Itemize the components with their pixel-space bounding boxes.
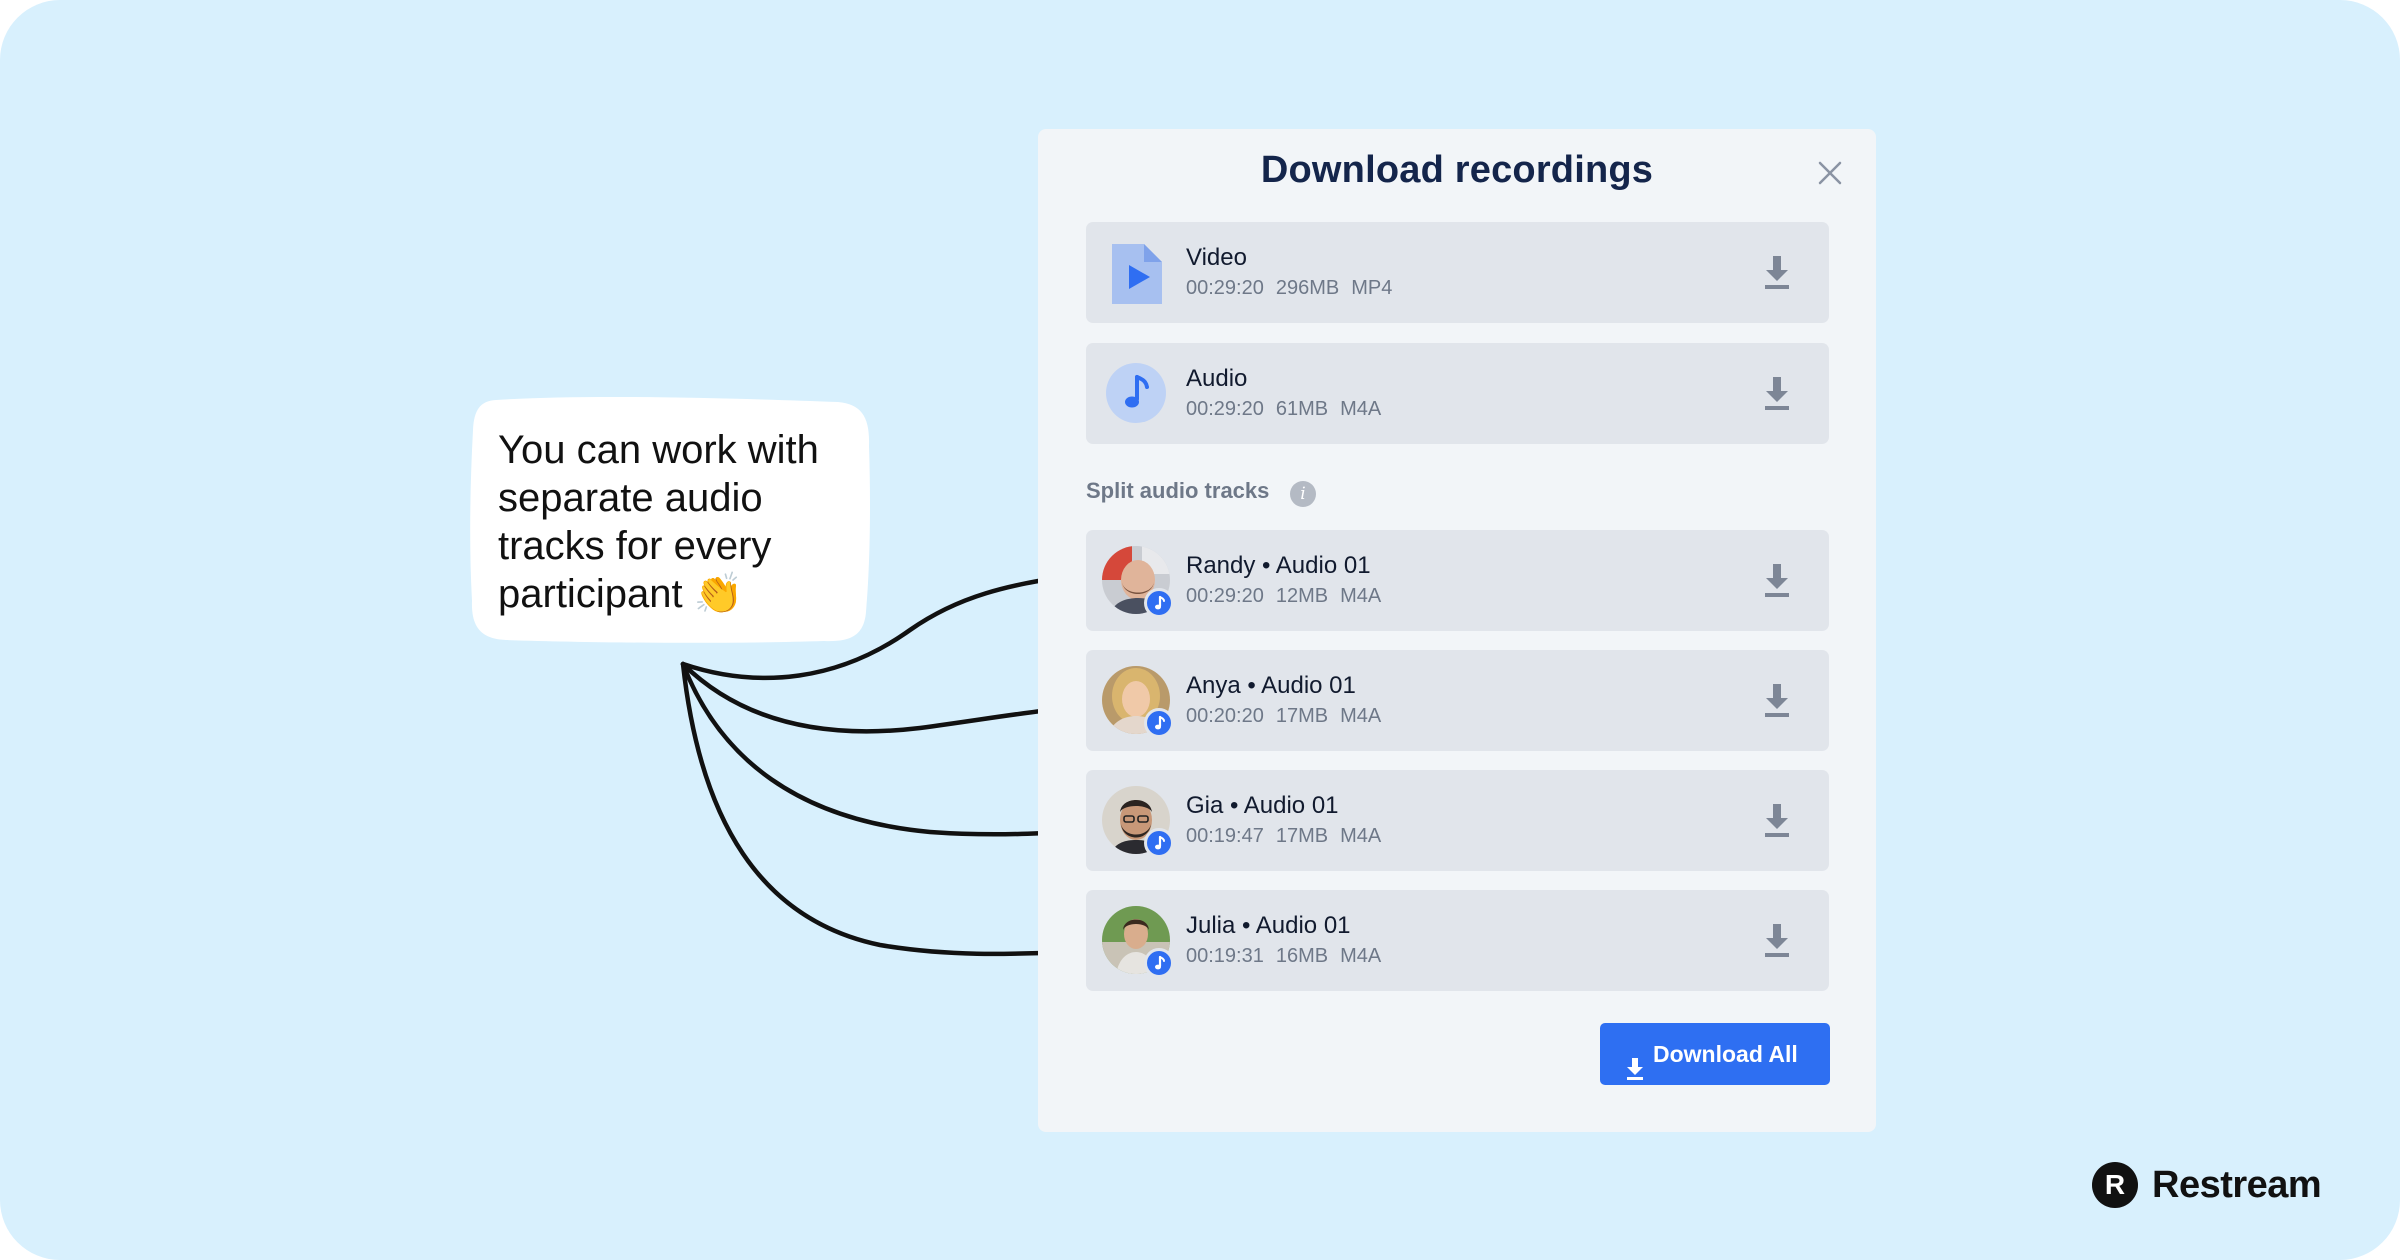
download-all-button[interactable]: Download All <box>1600 1023 1830 1085</box>
download-icon[interactable] <box>1761 802 1793 838</box>
recording-row-video: Video 00:29:20 296MB MP4 <box>1086 222 1829 323</box>
arrow-to-anya <box>680 661 1071 734</box>
music-note-icon <box>1144 948 1174 978</box>
restream-wordmark: Restream <box>2152 1163 2322 1206</box>
duration: 00:20:20 <box>1186 705 1264 727</box>
file-format: M4A <box>1340 825 1382 847</box>
restream-brand: R Restream <box>2092 1160 2322 1210</box>
arrow-to-gia <box>680 661 1071 837</box>
file-format: MP4 <box>1351 277 1393 299</box>
file-format: M4A <box>1340 945 1382 967</box>
arrow-to-julia <box>680 661 1071 957</box>
restream-logo: R <box>2092 1162 2138 1208</box>
recording-name: Audio <box>1186 365 1248 392</box>
track-meta: 00:19:31 16MB M4A <box>1186 945 1393 968</box>
download-icon[interactable] <box>1761 254 1793 290</box>
file-size: 12MB <box>1275 585 1329 607</box>
track-row-randy: Randy • Audio 01 00:29:20 12MB M4A <box>1086 530 1829 631</box>
track-meta: 00:19:47 17MB M4A <box>1186 825 1393 848</box>
track-row-julia: Julia • Audio 01 00:19:31 16MB M4A <box>1086 890 1829 991</box>
duration: 00:19:47 <box>1186 825 1264 847</box>
download-icon[interactable] <box>1761 562 1793 598</box>
music-note-icon <box>1144 708 1174 738</box>
duration: 00:19:31 <box>1186 945 1264 967</box>
music-note-icon <box>1144 588 1174 618</box>
recording-name: Video <box>1186 244 1247 271</box>
file-size: 17MB <box>1275 705 1329 727</box>
track-name: Anya • Audio 01 <box>1186 672 1356 699</box>
file-size: 16MB <box>1275 945 1329 967</box>
download-icon[interactable] <box>1761 922 1793 958</box>
track-row-anya: Anya • Audio 01 00:20:20 17MB M4A <box>1086 650 1829 751</box>
recording-meta: 00:29:20 296MB MP4 <box>1186 277 1404 300</box>
download-recordings-modal: Download recordings Video 00:29:20 296MB M… <box>1038 129 1876 1132</box>
track-name: Randy • Audio 01 <box>1186 552 1371 579</box>
info-icon[interactable]: i <box>1290 481 1316 507</box>
duration: 00:29:20 <box>1186 277 1264 299</box>
arrow-to-randy <box>680 573 1071 681</box>
track-meta: 00:20:20 17MB M4A <box>1186 705 1393 728</box>
file-size: 17MB <box>1275 825 1329 847</box>
audio-note-icon <box>1104 361 1172 429</box>
file-format: M4A <box>1340 585 1382 607</box>
video-file-icon <box>1104 240 1172 308</box>
file-format: M4A <box>1340 705 1382 727</box>
track-name: Gia • Audio 01 <box>1186 792 1339 819</box>
duration: 00:29:20 <box>1186 398 1264 420</box>
duration: 00:29:20 <box>1186 585 1264 607</box>
recording-meta: 00:29:20 61MB M4A <box>1186 398 1393 421</box>
music-note-icon <box>1144 828 1174 858</box>
download-icon[interactable] <box>1761 375 1793 411</box>
canvas-background: You can work with separate audio tracks … <box>0 0 2400 1260</box>
file-size: 61MB <box>1275 398 1329 420</box>
file-format: M4A <box>1340 398 1382 420</box>
track-row-gia: Gia • Audio 01 00:19:47 17MB M4A <box>1086 770 1829 871</box>
recording-row-audio: Audio 00:29:20 61MB M4A <box>1086 343 1829 444</box>
track-meta: 00:29:20 12MB M4A <box>1186 585 1393 608</box>
track-name: Julia • Audio 01 <box>1186 912 1351 939</box>
modal-title: Download recordings <box>1260 149 1654 191</box>
file-size: 296MB <box>1275 277 1340 299</box>
download-icon[interactable] <box>1761 682 1793 718</box>
download-all-label: Download All <box>1653 1041 1798 1067</box>
section-label-split-audio: Split audio tracks <box>1086 478 1270 503</box>
download-icon <box>1625 1042 1645 1080</box>
close-icon[interactable] <box>1816 159 1844 187</box>
